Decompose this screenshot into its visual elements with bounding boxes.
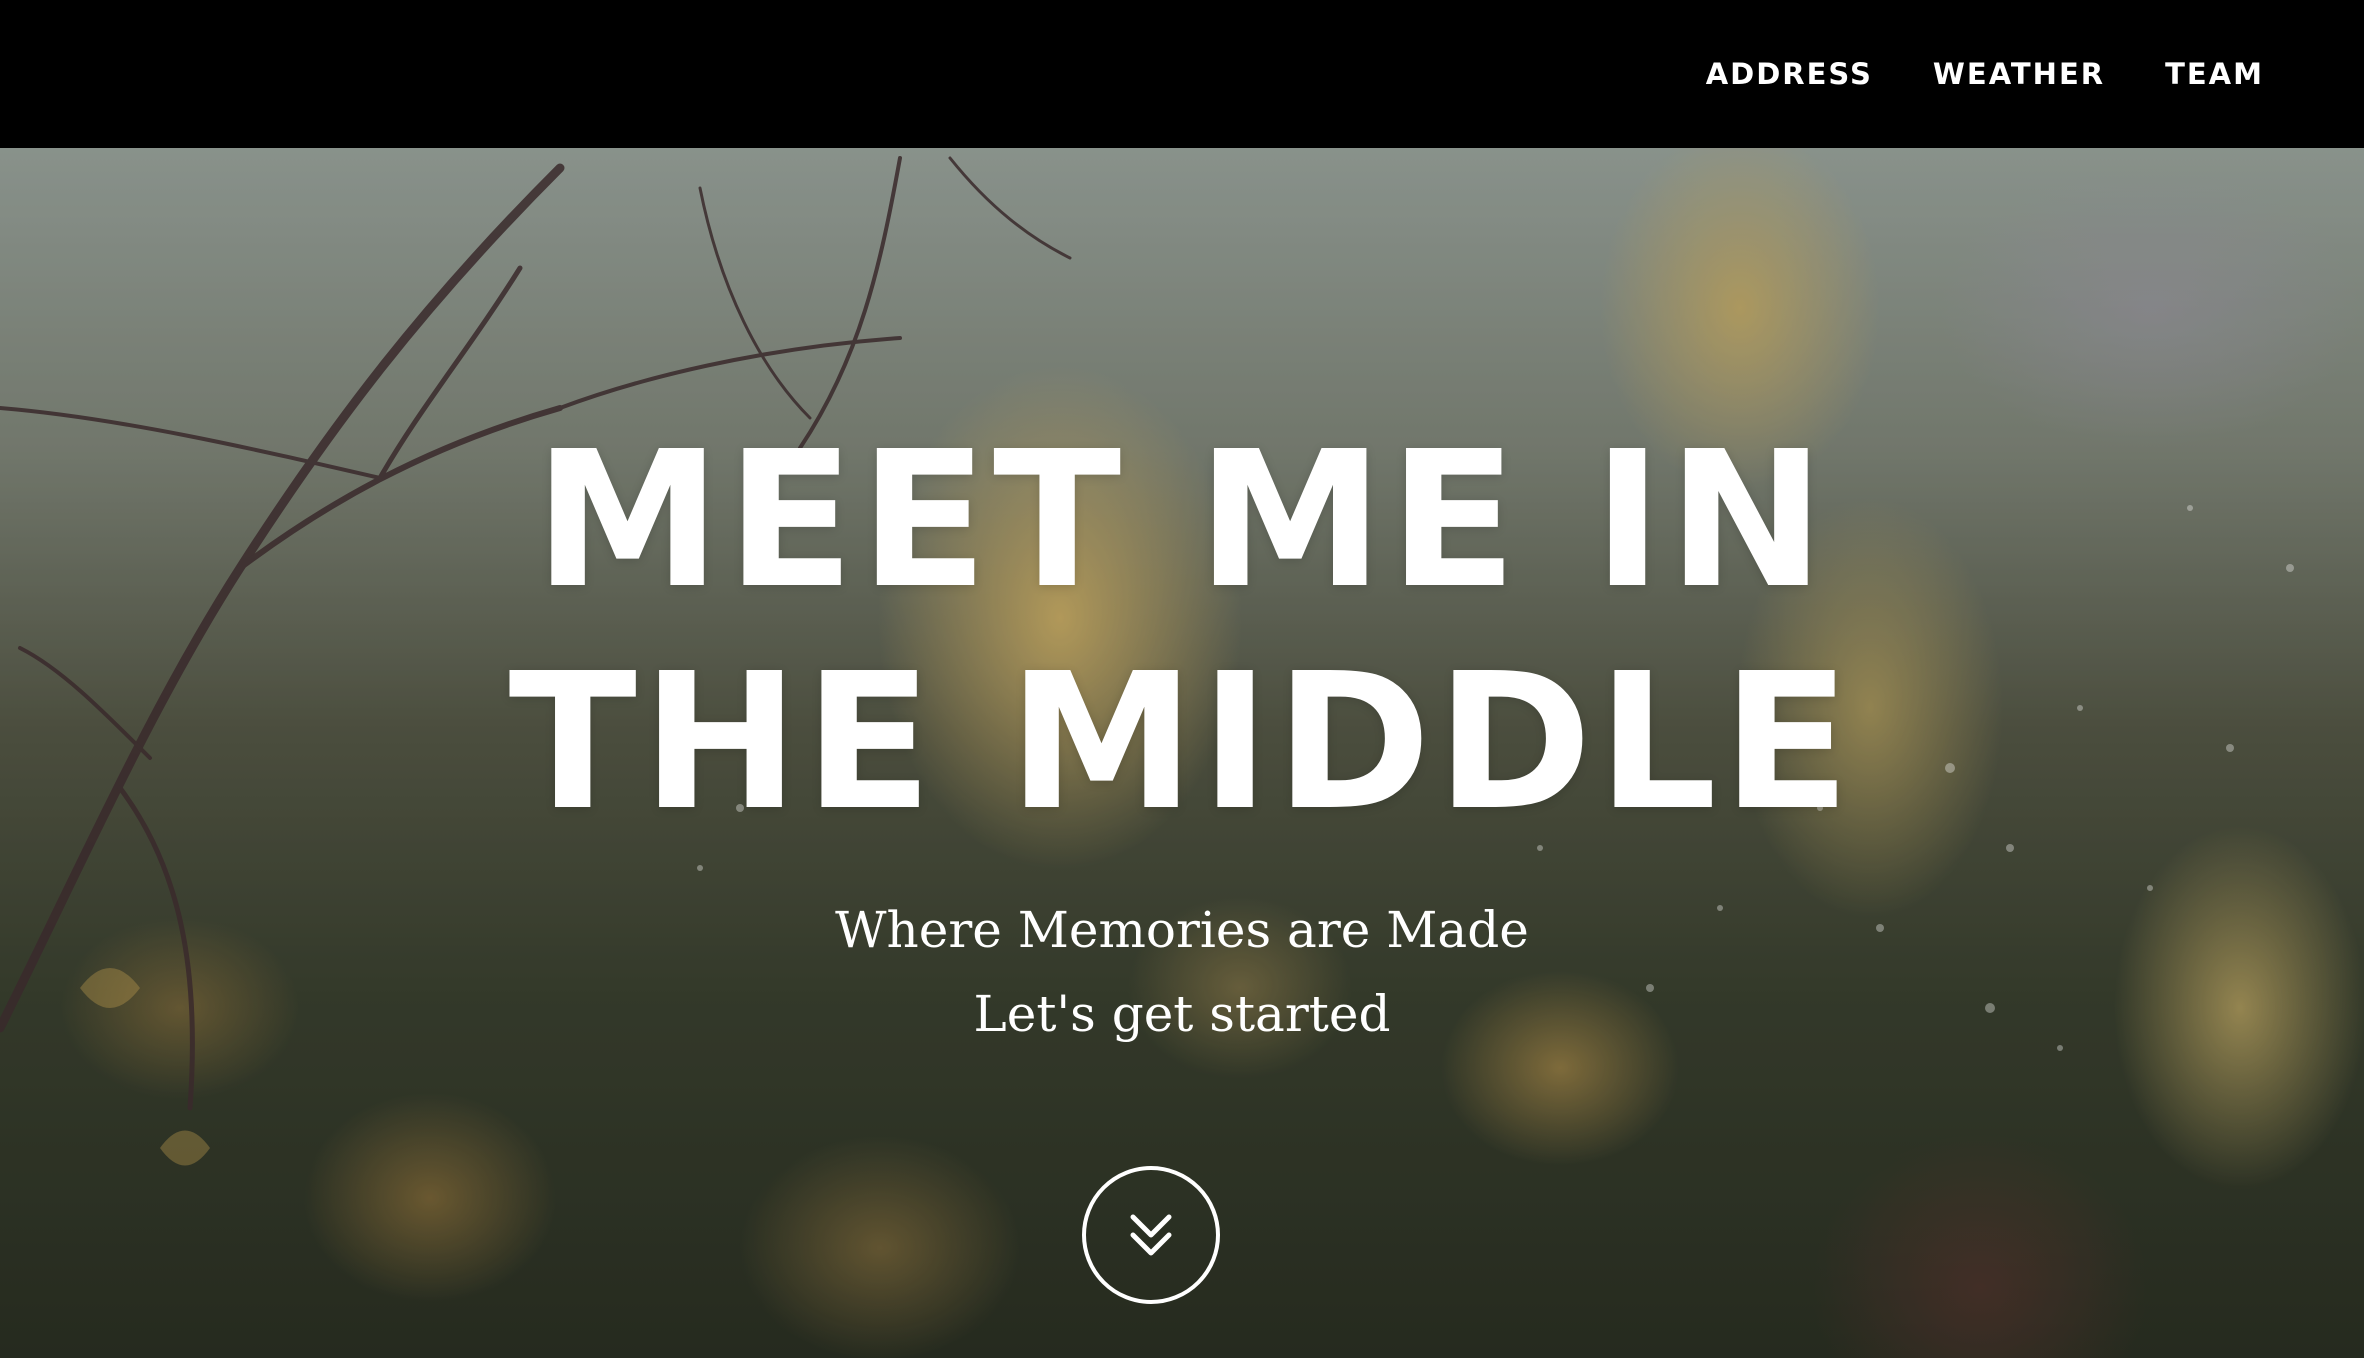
hero-title: MEET ME IN THE MIDDLE — [0, 410, 2364, 854]
hero-subtitle-line-1: Where Memories are Made — [835, 901, 1529, 959]
nav-link-address[interactable]: ADDRESS — [1706, 57, 1873, 91]
navbar: ADDRESS WEATHER TEAM — [0, 0, 2364, 148]
nav-link-weather[interactable]: WEATHER — [1933, 57, 2105, 91]
hero-subtitle: Where Memories are Made Let's get starte… — [0, 888, 2364, 1056]
nav-link-team[interactable]: TEAM — [2165, 57, 2264, 91]
hero-content: MEET ME IN THE MIDDLE Where Memories are… — [0, 148, 2364, 1358]
double-chevron-down-icon — [1130, 1214, 1172, 1256]
scroll-down-button[interactable] — [1082, 1166, 1220, 1304]
hero-title-line-2: THE MIDDLE — [508, 633, 1856, 852]
nav-links: ADDRESS WEATHER TEAM — [1706, 0, 2264, 148]
hero-title-line-1: MEET ME IN — [534, 411, 1830, 630]
hero-section: MEET ME IN THE MIDDLE Where Memories are… — [0, 148, 2364, 1358]
hero-subtitle-line-2: Let's get started — [973, 985, 1391, 1043]
